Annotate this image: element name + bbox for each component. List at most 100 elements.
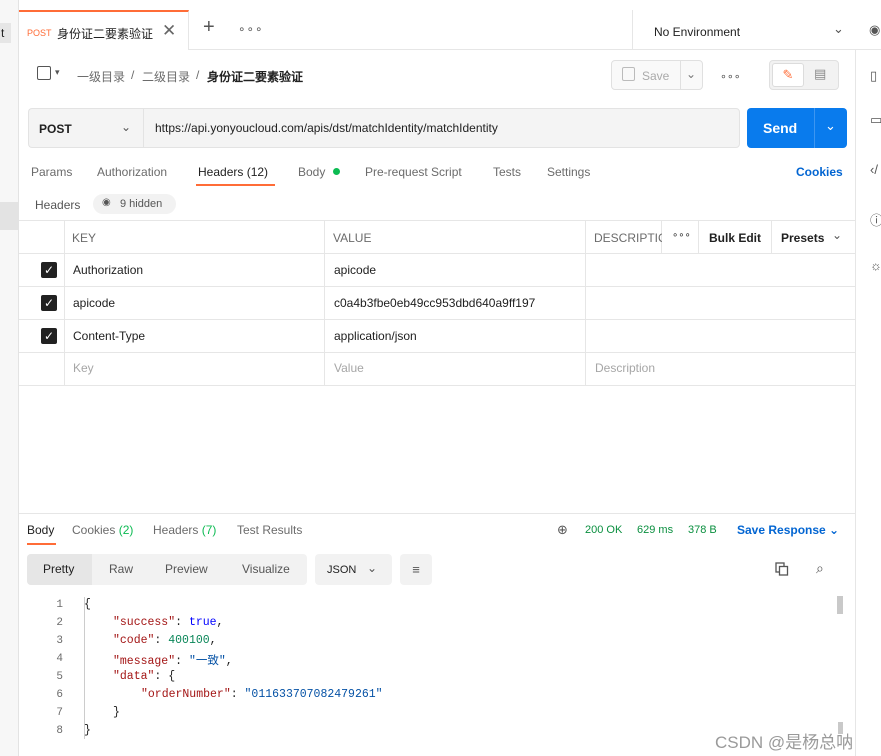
tab-params[interactable]: Params [31, 165, 72, 179]
view-visualize-button[interactable]: Visualize [242, 562, 290, 576]
active-tab-underline [27, 543, 56, 545]
code-line[interactable]: "code": 400100, [113, 634, 217, 647]
line-number: 8 [56, 725, 63, 737]
comments-icon[interactable]: ▭ [870, 112, 881, 128]
format-label: JSON [327, 564, 357, 576]
header-key[interactable]: Content-Type [73, 329, 145, 343]
code-line[interactable]: } [84, 724, 91, 737]
response-tab-test-results[interactable]: Test Results [237, 523, 302, 537]
code-line[interactable]: "orderNumber": "011633707082479261" [141, 688, 383, 701]
chevron-down-icon[interactable]: ⌄ [832, 228, 842, 242]
send-label: Send [763, 120, 798, 136]
pane-divider[interactable] [19, 513, 855, 514]
view-preview-button[interactable]: Preview [165, 562, 208, 576]
comment-icon[interactable]: ▤ [814, 66, 826, 82]
new-value-input[interactable]: Value [334, 361, 364, 375]
row-checkbox[interactable]: ✓ [41, 262, 57, 278]
presets-button[interactable]: Presets [781, 231, 824, 245]
header-key[interactable]: Authorization [73, 263, 143, 277]
sidebar-tab-fragment[interactable]: t [0, 23, 11, 43]
format-select[interactable]: JSON ⌄ [315, 554, 392, 585]
response-tab-cookies[interactable]: Cookies (2) [72, 523, 133, 537]
chevron-down-icon: ⌄ [367, 561, 378, 575]
chevron-down-icon[interactable]: ⌄ [686, 67, 696, 81]
table-border [324, 220, 325, 385]
line-number: 7 [56, 707, 63, 719]
send-button[interactable]: Send ⌄ [747, 108, 847, 148]
response-tab-headers[interactable]: Headers (7) [153, 523, 216, 537]
table-border [64, 220, 65, 385]
plus-icon[interactable]: + [203, 16, 215, 39]
save-response-button[interactable]: Save Response ⌄ [737, 523, 839, 537]
chevron-down-icon[interactable]: ⌄ [825, 118, 836, 134]
response-tab-body[interactable]: Body [27, 523, 54, 537]
copy-icon[interactable] [775, 562, 789, 576]
tab-tests[interactable]: Tests [493, 165, 521, 179]
tab-settings[interactable]: Settings [547, 165, 590, 179]
breadcrumb-item-2[interactable]: 二级目录 [142, 68, 190, 85]
response-time[interactable]: 629 ms [637, 524, 673, 536]
response-status[interactable]: 200 OK [585, 524, 622, 536]
url-input[interactable] [143, 108, 740, 148]
indent-guide [84, 597, 90, 739]
tab-pre-request-script[interactable]: Pre-request Script [365, 165, 462, 179]
table-border [19, 385, 855, 386]
request-tab-active[interactable]: POST 身份证二要素验证 ✕ [19, 10, 189, 50]
view-pretty-button[interactable]: Pretty [43, 562, 74, 576]
lightbulb-icon[interactable]: ☼ [870, 258, 881, 273]
header-value[interactable]: c0a4b3fbe0eb49cc953dbd640a9ff197 [334, 296, 535, 310]
header-value[interactable]: apicode [334, 263, 376, 277]
code-line[interactable]: "message": "一致", [113, 652, 233, 668]
environment-label: No Environment [654, 25, 741, 39]
new-description-input[interactable]: Description [595, 361, 655, 375]
docs-icon[interactable]: ▯ [870, 68, 881, 84]
table-border [19, 286, 855, 287]
new-key-input[interactable]: Key [73, 361, 94, 375]
response-headers-label: Headers [153, 523, 199, 537]
save-button[interactable]: Save ⌄ [611, 60, 703, 90]
code-line[interactable]: "data": { [113, 670, 175, 683]
more-icon[interactable]: ∘∘∘ [238, 22, 264, 36]
tab-authorization[interactable]: Authorization [97, 165, 167, 179]
response-size[interactable]: 378 B [688, 524, 717, 536]
search-icon[interactable]: ⌕ [816, 560, 824, 577]
bulk-edit-button[interactable]: Bulk Edit [709, 231, 761, 245]
header-value[interactable]: application/json [334, 329, 417, 343]
breadcrumb-item-1[interactable]: 一级目录 [77, 68, 125, 85]
row-checkbox[interactable]: ✓ [41, 328, 57, 344]
code-line[interactable]: "success": true, [113, 616, 223, 629]
breadcrumb-separator: / [131, 68, 135, 82]
body-indicator-dot [333, 168, 340, 175]
send-divider [814, 108, 815, 148]
cookies-link[interactable]: Cookies [796, 165, 843, 179]
mode-toggle[interactable]: ✎ ▤ [769, 60, 839, 90]
more-icon[interactable]: ∘∘∘ [720, 70, 741, 83]
globe-icon[interactable]: ⊕ [557, 522, 568, 538]
eye-icon[interactable]: ◉ [869, 22, 880, 38]
tab-headers[interactable]: Headers (12) [198, 165, 268, 179]
hidden-headers-toggle[interactable]: ◉ 9 hidden [93, 194, 176, 214]
code-icon[interactable]: ‹/ [870, 162, 881, 177]
breadcrumb-item-current: 身份证二要素验证 [207, 70, 304, 84]
line-number: 2 [56, 617, 63, 629]
sidebar-selected-item[interactable] [0, 202, 19, 230]
scrollbar-thumb[interactable] [837, 596, 843, 614]
row-checkbox[interactable]: ✓ [41, 295, 57, 311]
pencil-icon[interactable]: ✎ [772, 63, 804, 87]
code-line[interactable]: } [113, 706, 120, 719]
close-icon[interactable]: ✕ [162, 21, 176, 41]
headers-table: KEY VALUE DESCRIPTIC ∘∘∘ Bulk Edit Prese… [19, 220, 855, 386]
wrap-lines-icon[interactable]: ≡ [400, 554, 432, 585]
response-headers-count: (7) [201, 523, 217, 537]
info-icon[interactable]: ⓘ [870, 210, 881, 229]
caret-down-icon[interactable]: ▾ [55, 67, 60, 78]
tab-body[interactable]: Body [298, 165, 325, 179]
response-cookies-label: Cookies [72, 523, 116, 537]
environment-select[interactable]: No Environment ⌄ [632, 10, 881, 50]
code-line[interactable]: { [84, 598, 91, 611]
method-select[interactable]: POST ⌄ [28, 108, 143, 148]
view-raw-button[interactable]: Raw [109, 562, 133, 576]
more-icon[interactable]: ∘∘∘ [672, 230, 691, 241]
tab-bar: POST 身份证二要素验证 ✕ + ∘∘∘ No Environment ⌄ [19, 10, 881, 50]
header-key[interactable]: apicode [73, 296, 115, 310]
